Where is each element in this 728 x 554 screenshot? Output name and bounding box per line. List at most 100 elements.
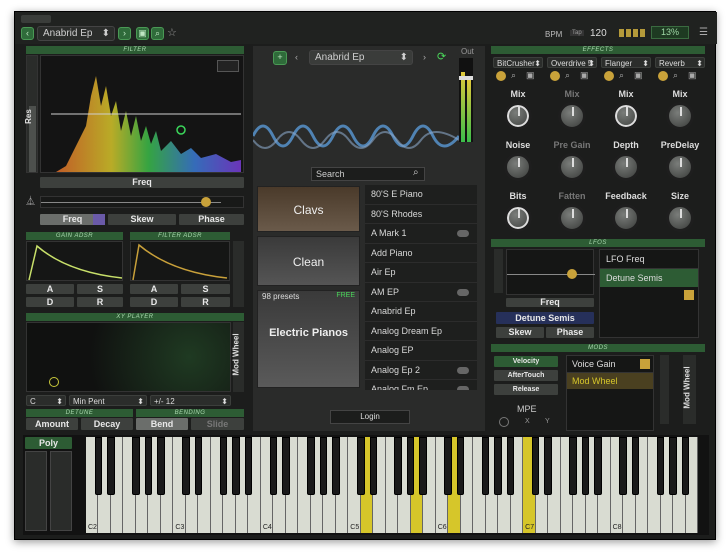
preset-list-item[interactable]: Analog EP [365, 341, 477, 361]
poly-toggle[interactable]: Poly [25, 437, 72, 449]
filter-decay[interactable]: D [130, 297, 178, 307]
preset-list-item[interactable]: Analog Ep 2 [365, 361, 477, 380]
window-controls[interactable] [21, 15, 51, 23]
lfo-target[interactable]: Detune Semis [496, 312, 594, 324]
lfo-phase-tab[interactable]: Phase [546, 327, 594, 338]
key-select[interactable]: C ⬍ [26, 395, 66, 406]
save-icon[interactable]: ▣ [136, 27, 149, 40]
effect-save-icon[interactable]: ▣ [688, 70, 697, 81]
tile-electric-pianos[interactable]: 98 presets FREE Electric Pianos [257, 290, 360, 388]
preset-list-item[interactable]: A Mark 1 [365, 224, 477, 244]
tile-clean[interactable]: Clean [257, 236, 360, 286]
effect-knob[interactable]: Feedback [601, 191, 651, 232]
effect-knob[interactable]: Mix [547, 89, 597, 130]
bend-toggle[interactable]: Bend [136, 418, 188, 430]
preset-list-item[interactable]: Add Piano [365, 244, 477, 263]
prev-preset-button[interactable]: ‹ [21, 27, 34, 40]
effect-knob[interactable]: Depth [601, 140, 651, 181]
lfo-list-item[interactable]: Detune Semis [600, 269, 698, 287]
add-preset-button[interactable]: + [273, 51, 287, 65]
range-select[interactable]: +/- 12 ⬍ [150, 395, 231, 406]
effect-search-icon[interactable]: ⌕ [511, 70, 516, 81]
black-key[interactable] [357, 437, 365, 495]
filter-lfo-display[interactable] [40, 196, 244, 208]
gain-decay[interactable]: D [26, 297, 74, 307]
lfo-skew-tab[interactable]: Skew [496, 327, 544, 338]
effect-slot-2[interactable]: Flanger ⬍ [601, 57, 651, 68]
black-key[interactable] [194, 437, 203, 495]
black-key[interactable] [144, 437, 153, 495]
effect-power-icon[interactable] [550, 71, 560, 81]
preset-list-item[interactable]: Analog Dream Ep [365, 322, 477, 341]
menu-icon[interactable]: ☰ [699, 27, 708, 38]
effect-power-icon[interactable] [496, 71, 506, 81]
black-key[interactable] [132, 437, 140, 495]
black-key[interactable] [394, 437, 402, 495]
power-icon[interactable] [499, 417, 509, 427]
tile-clavs[interactable]: Clavs [257, 186, 360, 232]
effect-knob[interactable]: Mix [601, 89, 651, 130]
black-key[interactable] [319, 437, 328, 495]
black-key[interactable] [232, 437, 240, 495]
effect-knob[interactable]: Mix [493, 89, 543, 130]
filter-skew-tab[interactable]: Skew [108, 214, 176, 225]
black-key[interactable] [182, 437, 190, 495]
effect-power-icon[interactable] [604, 71, 614, 81]
scale-select[interactable]: Min Pent ⬍ [69, 395, 147, 406]
black-key[interactable] [369, 437, 377, 495]
mod-wheel[interactable] [50, 451, 72, 531]
black-key[interactable] [581, 437, 590, 495]
mod-wheel-slider[interactable]: Mod Wheel [232, 322, 244, 392]
filter-response-display[interactable] [40, 55, 244, 173]
black-key[interactable] [681, 437, 690, 495]
effect-knob[interactable]: Bits [493, 191, 543, 232]
black-key[interactable] [619, 437, 627, 495]
tap-button[interactable]: Tap [570, 30, 584, 36]
filter-attack[interactable]: A [130, 284, 178, 294]
black-key[interactable] [444, 437, 452, 495]
next-preset-button[interactable]: › [118, 27, 131, 40]
black-key[interactable] [531, 437, 540, 495]
lfo-shape-icon[interactable]: ⏅ [26, 194, 38, 212]
browser-preset-selector[interactable]: Anabrid Ep ⬍ [309, 50, 413, 65]
black-key[interactable] [656, 437, 665, 495]
mod-source-aftertouch[interactable]: AfterTouch [494, 370, 558, 381]
effect-save-icon[interactable]: ▣ [526, 70, 535, 81]
effect-search-icon[interactable]: ⌕ [565, 70, 570, 81]
detune-amount[interactable]: Amount [26, 418, 78, 430]
mod-target-item[interactable]: Mod Wheel [567, 373, 653, 389]
black-key[interactable] [594, 437, 602, 495]
black-key[interactable] [506, 437, 515, 495]
preset-list-item[interactable]: 80'S E Piano [365, 185, 477, 205]
black-key[interactable] [544, 437, 552, 495]
black-key[interactable] [244, 437, 253, 495]
slide-toggle[interactable]: Slide [191, 418, 244, 430]
pitch-wheel[interactable] [25, 451, 47, 531]
preset-list-item[interactable]: Air Ep [365, 263, 477, 283]
black-key[interactable] [269, 437, 278, 495]
effect-slot-0[interactable]: BitCrusher ⬍ [493, 57, 543, 68]
black-key[interactable] [282, 437, 290, 495]
black-key[interactable] [494, 437, 502, 495]
lfo-display[interactable] [506, 249, 595, 295]
preset-list-item[interactable]: AM EP [365, 283, 477, 302]
effect-knob[interactable]: Noise [493, 140, 543, 181]
filter-phase-tab[interactable]: Phase [179, 214, 244, 225]
preset-list-item[interactable]: Anabrid Ep [365, 302, 477, 322]
black-key[interactable] [419, 437, 427, 495]
black-key[interactable] [569, 437, 577, 495]
effect-knob[interactable]: Fatten [547, 191, 597, 232]
mod-source-release[interactable]: Release [494, 384, 558, 395]
mod-amount-slider[interactable] [660, 355, 669, 424]
xy-pad[interactable] [26, 322, 231, 392]
effect-knob[interactable]: Size [655, 191, 705, 232]
login-button[interactable]: Login [330, 410, 410, 424]
black-key[interactable] [669, 437, 677, 495]
gain-sustain[interactable]: S [77, 284, 123, 294]
lfo-list-item[interactable]: LFO Freq [600, 250, 698, 269]
refresh-icon[interactable]: ⟳ [437, 50, 446, 63]
search-input[interactable]: Search [311, 167, 425, 181]
lfo-amount-slider[interactable] [494, 249, 503, 293]
gain-adsr-display[interactable] [26, 241, 123, 281]
black-key[interactable] [307, 437, 315, 495]
